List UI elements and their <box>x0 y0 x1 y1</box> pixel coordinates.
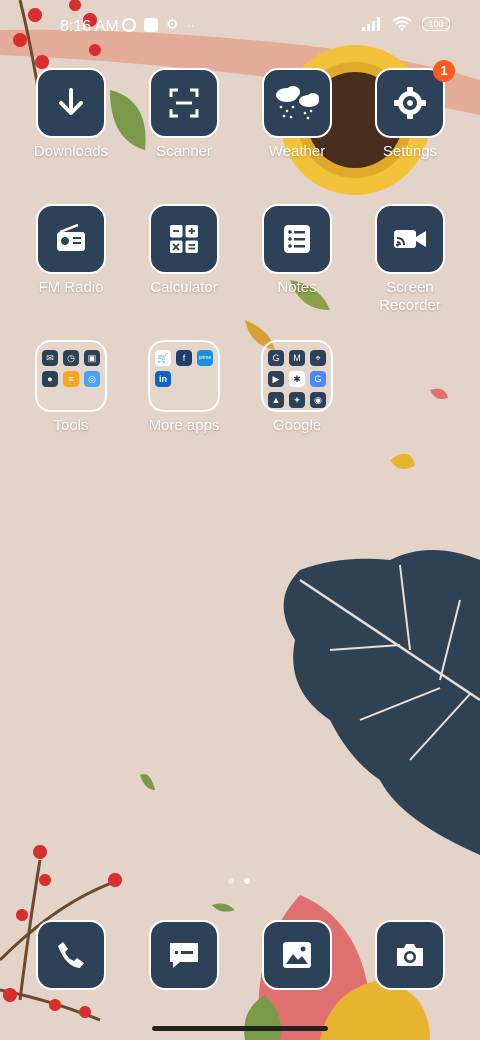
battery-indicator: 100 <box>422 16 450 31</box>
folder-label: Google <box>272 417 322 434</box>
app-label: Weather <box>268 143 326 160</box>
signal-icon <box>362 16 380 31</box>
youtube-app-mini-icon: ▶ <box>268 371 284 387</box>
photos-app-mini-icon: ✱ <box>289 371 305 387</box>
linkedin-app-mini-icon: in <box>155 371 171 387</box>
folder-label: Tools <box>53 417 89 434</box>
status-time: 8:16 AM <box>60 18 119 35</box>
download-arrow-icon <box>36 68 106 138</box>
notes-list-icon <box>262 204 332 274</box>
camera-app-mini-icon: ◉ <box>310 392 326 408</box>
shopping-app-mini-icon: 🛒 <box>155 350 171 366</box>
screen-recorder-icon <box>375 204 445 274</box>
page-dot-active[interactable] <box>244 878 250 884</box>
dock-messages[interactable] <box>129 920 239 990</box>
app-label: Downloads <box>33 143 109 160</box>
app-notes[interactable]: Notes <box>242 204 352 297</box>
facebook-app-mini-icon: f <box>176 350 192 366</box>
folder-tools[interactable]: ✉ ◷ ▣ ● ≡ ◎ Tools <box>16 340 126 435</box>
app-scanner[interactable]: Scanner <box>129 68 239 161</box>
dock-phone[interactable] <box>16 920 126 990</box>
prime-video-app-mini-icon: prime <box>197 350 213 366</box>
clock-app-mini-icon: ◷ <box>63 350 79 366</box>
app-calculator[interactable]: Calculator <box>129 204 239 297</box>
folder-icon: G M ⌖ ▶ ✱ G ▲ ✦ ◉ <box>261 340 333 412</box>
notification-square-icon <box>144 17 158 32</box>
dock-gallery[interactable] <box>242 920 352 990</box>
app-label: Scanner <box>156 143 212 160</box>
app-label: Settings <box>382 143 438 160</box>
pay-app-mini-icon: G <box>310 371 326 387</box>
phone-icon <box>36 920 106 990</box>
folder-google[interactable]: G M ⌖ ▶ ✱ G ▲ ✦ ◉ Google <box>242 340 352 435</box>
app-label: Calculator <box>150 279 218 296</box>
app-label: FM Radio <box>38 279 104 296</box>
app-weather[interactable]: Weather <box>242 68 352 161</box>
notification-app-icon <box>122 17 136 32</box>
gmail-app-mini-icon: M <box>289 350 305 366</box>
camera-icon <box>375 920 445 990</box>
app-settings[interactable]: 1 Settings <box>355 60 465 161</box>
gallery-icon <box>262 920 332 990</box>
mail-app-mini-icon: ✉ <box>42 350 58 366</box>
calculator-icon <box>149 204 219 274</box>
page-dot[interactable] <box>228 878 234 884</box>
scan-frame-icon <box>149 68 219 138</box>
gear-icon <box>375 68 445 138</box>
folder-label: More apps <box>148 417 220 434</box>
notification-badge: 1 <box>433 60 455 82</box>
browser-app-mini-icon: ◎ <box>84 371 100 387</box>
maps-app-mini-icon: ⌖ <box>310 350 326 366</box>
folder-icon: 🛒 f prime in <box>148 340 220 412</box>
fit-app-mini-icon: ✦ <box>289 392 305 408</box>
app-downloads[interactable]: Downloads <box>16 68 126 161</box>
page-indicator[interactable] <box>228 878 250 884</box>
compass-app-mini-icon: ▣ <box>84 350 100 366</box>
radio-icon <box>36 204 106 274</box>
folder-more-apps[interactable]: 🛒 f prime in More apps <box>129 340 239 435</box>
app-fm-radio[interactable]: FM Radio <box>16 204 126 297</box>
system-icons: 100 <box>362 16 450 31</box>
cloud-rain-icon <box>262 68 332 138</box>
folder-icon: ✉ ◷ ▣ ● ≡ ◎ <box>35 340 107 412</box>
gesture-home-bar[interactable] <box>152 1026 328 1031</box>
dock-camera[interactable] <box>355 920 465 990</box>
messages-icon <box>149 920 219 990</box>
security-app-mini-icon: ● <box>42 371 58 387</box>
wifi-icon <box>392 16 412 31</box>
app-label: Screen Recorder <box>379 279 441 314</box>
settings-notification-icon: ⚙ <box>166 16 179 32</box>
google-app-mini-icon: G <box>268 350 284 366</box>
notification-icons: ⚙ ·· <box>122 16 195 33</box>
more-notifications-icon: ·· <box>186 17 195 32</box>
status-bar: 8:16 AM ⚙ ·· 100 <box>0 0 480 56</box>
drive-app-mini-icon: ▲ <box>268 392 284 408</box>
app-screen-recorder[interactable]: Screen Recorder <box>355 204 465 315</box>
files-app-mini-icon: ≡ <box>63 371 79 387</box>
app-label: Notes <box>277 279 317 296</box>
